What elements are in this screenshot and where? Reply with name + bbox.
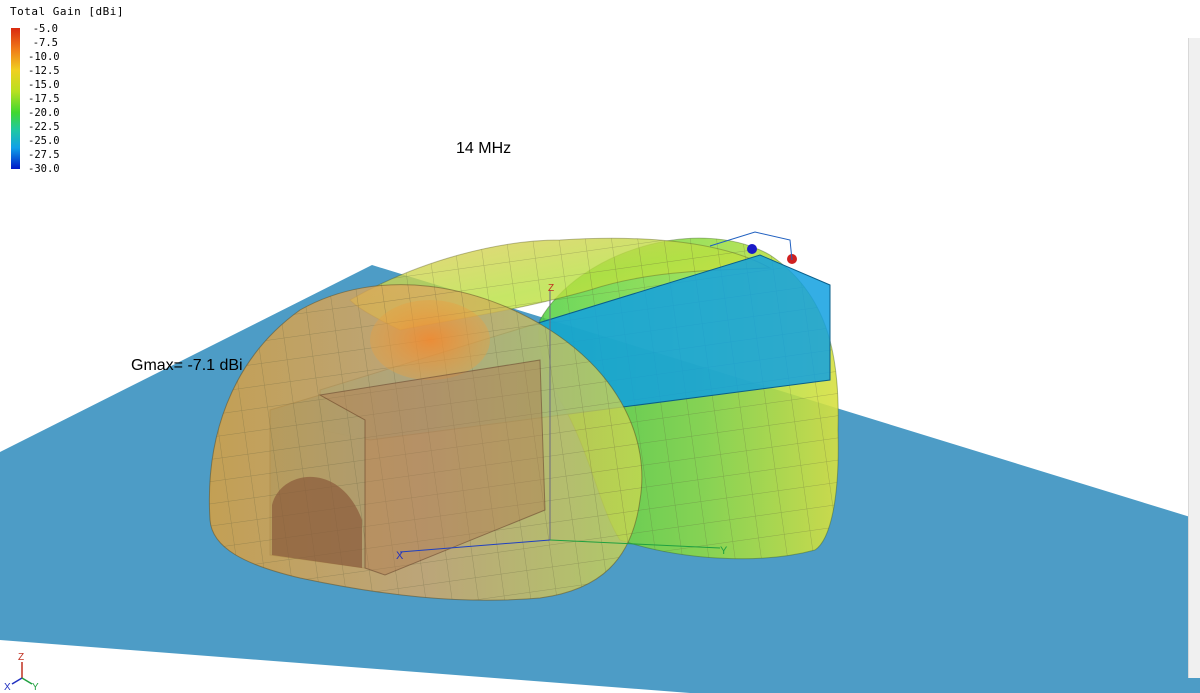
legend-tick: -17.5 [28,93,60,105]
legend-tick: -30.0 [28,163,60,175]
legend-tick: -15.0 [28,79,60,91]
axis-triad: Z X Y [4,652,39,690]
axis-label-y: Y [720,545,728,557]
legend-colorbar [11,28,20,169]
3d-viewport[interactable]: Z X Y [0,0,1200,693]
legend-tick: -20.0 [28,107,60,119]
feed-point-blue [747,244,757,254]
plot-canvas: Z X Y [0,231,1200,693]
legend-tick: -25.0 [28,135,60,147]
triad-z-label: Z [18,652,24,663]
legend-tick: -27.5 [28,149,60,161]
legend-tick: -5.0 [32,23,58,35]
legend-title: Total Gain [dBi] [10,5,124,18]
legend-tick: -10.0 [28,51,60,63]
gmax-label: Gmax= -7.1 dBi [131,357,243,374]
legend-ticks: -5.0 -7.5 -10.0 -12.5 -15.0 -17.5 -20.0 -22.5 -2… [28,22,68,176]
axis-label-x: X [396,550,404,562]
radiation-core [370,300,490,380]
legend-tick: -22.5 [28,121,60,133]
legend-tick: -12.5 [28,65,60,77]
axis-label-z: Z [548,283,554,294]
triad-y-label: Y [32,682,39,690]
triad-x-label: X [4,682,11,690]
right-scrollbar[interactable] [1188,38,1200,678]
frequency-label: 14 MHz [456,140,512,157]
legend-tick: -7.5 [32,37,58,49]
